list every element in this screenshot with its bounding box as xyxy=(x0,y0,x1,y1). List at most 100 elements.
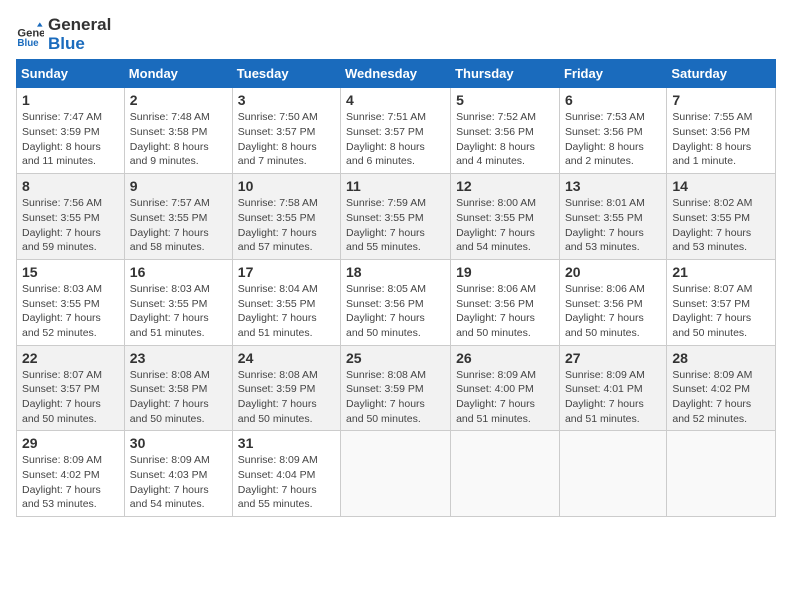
day-info: Sunrise: 8:09 AMSunset: 4:02 PMDaylight:… xyxy=(22,454,102,510)
day-info: Sunrise: 8:00 AMSunset: 3:55 PMDaylight:… xyxy=(456,197,536,253)
day-cell-4: 4 Sunrise: 7:51 AMSunset: 3:57 PMDaylight… xyxy=(341,88,451,174)
day-number: 3 xyxy=(238,92,335,108)
day-cell-27: 27 Sunrise: 8:09 AMSunset: 4:01 PMDayligh… xyxy=(559,345,666,431)
day-cell-25: 25Sunrise: 8:08 AMSunset: 3:59 PMDayligh… xyxy=(341,345,451,431)
day-info: Sunrise: 8:09 AMSunset: 4:01 PMDaylight:… xyxy=(565,369,645,425)
day-number: 7 xyxy=(672,92,770,108)
day-number: 1 xyxy=(22,92,119,108)
day-number: 31 xyxy=(238,435,335,451)
week-row-4: 22 Sunrise: 8:07 AMSunset: 3:57 PMDayligh… xyxy=(17,345,776,431)
day-info: Sunrise: 8:09 AMSunset: 4:03 PMDaylight:… xyxy=(130,454,210,510)
day-cell-31: 31 Sunrise: 8:09 AMSunset: 4:04 PMDayligh… xyxy=(232,431,340,517)
day-info: Sunrise: 7:53 AMSunset: 3:56 PMDaylight:… xyxy=(565,111,645,167)
svg-text:Blue: Blue xyxy=(17,38,39,49)
day-cell-17: 17 Sunrise: 8:04 AMSunset: 3:55 PMDayligh… xyxy=(232,259,340,345)
day-cell-16: 16Sunrise: 8:03 AMSunset: 3:55 PMDayligh… xyxy=(124,259,232,345)
day-cell-10: 10 Sunrise: 7:58 AMSunset: 3:55 PMDayligh… xyxy=(232,174,340,260)
day-number: 23 xyxy=(130,350,227,366)
header: General Blue General Blue xyxy=(16,16,776,53)
day-cell-22: 22 Sunrise: 8:07 AMSunset: 3:57 PMDayligh… xyxy=(17,345,125,431)
day-cell-9: 9Sunrise: 7:57 AMSunset: 3:55 PMDaylight… xyxy=(124,174,232,260)
day-info: Sunrise: 7:51 AMSunset: 3:57 PMDaylight:… xyxy=(346,111,426,167)
day-info: Sunrise: 7:48 AMSunset: 3:58 PMDaylight:… xyxy=(130,111,210,167)
day-cell-3: 3 Sunrise: 7:50 AMSunset: 3:57 PMDaylight… xyxy=(232,88,340,174)
day-cell-11: 11 Sunrise: 7:59 AMSunset: 3:55 PMDayligh… xyxy=(341,174,451,260)
day-cell-2: 2 Sunrise: 7:48 AMSunset: 3:58 PMDaylight… xyxy=(124,88,232,174)
day-info: Sunrise: 8:05 AMSunset: 3:56 PMDaylight:… xyxy=(346,283,426,339)
day-number: 4 xyxy=(346,92,445,108)
day-info: Sunrise: 8:08 AMSunset: 3:59 PMDaylight:… xyxy=(346,369,426,425)
day-info: Sunrise: 8:06 AMSunset: 3:56 PMDaylight:… xyxy=(456,283,536,339)
col-header-saturday: Saturday xyxy=(667,60,776,88)
day-number: 16 xyxy=(130,264,227,280)
day-number: 12 xyxy=(456,178,554,194)
day-info: Sunrise: 8:08 AMSunset: 3:59 PMDaylight:… xyxy=(238,369,318,425)
day-cell-8: 8 Sunrise: 7:56 AMSunset: 3:55 PMDaylight… xyxy=(17,174,125,260)
calendar-table: SundayMondayTuesdayWednesdayThursdayFrid… xyxy=(16,59,776,517)
day-cell-6: 6Sunrise: 7:53 AMSunset: 3:56 PMDaylight… xyxy=(559,88,666,174)
day-number: 22 xyxy=(22,350,119,366)
day-number: 11 xyxy=(346,178,445,194)
day-number: 26 xyxy=(456,350,554,366)
day-number: 8 xyxy=(22,178,119,194)
week-row-3: 15 Sunrise: 8:03 AMSunset: 3:55 PMDayligh… xyxy=(17,259,776,345)
day-info: Sunrise: 8:06 AMSunset: 3:56 PMDaylight:… xyxy=(565,283,645,339)
day-cell-5: 5Sunrise: 7:52 AMSunset: 3:56 PMDaylight… xyxy=(451,88,560,174)
day-cell-20: 20 Sunrise: 8:06 AMSunset: 3:56 PMDayligh… xyxy=(559,259,666,345)
day-cell-21: 21 Sunrise: 8:07 AMSunset: 3:57 PMDayligh… xyxy=(667,259,776,345)
day-cell-30: 30Sunrise: 8:09 AMSunset: 4:03 PMDayligh… xyxy=(124,431,232,517)
empty-cell xyxy=(451,431,560,517)
day-info: Sunrise: 7:56 AMSunset: 3:55 PMDaylight:… xyxy=(22,197,102,253)
day-info: Sunrise: 7:47 AMSunset: 3:59 PMDaylight:… xyxy=(22,111,102,167)
day-number: 5 xyxy=(456,92,554,108)
day-number: 9 xyxy=(130,178,227,194)
col-header-friday: Friday xyxy=(559,60,666,88)
day-cell-28: 28 Sunrise: 8:09 AMSunset: 4:02 PMDayligh… xyxy=(667,345,776,431)
day-info: Sunrise: 7:55 AMSunset: 3:56 PMDaylight:… xyxy=(672,111,752,167)
day-cell-26: 26Sunrise: 8:09 AMSunset: 4:00 PMDayligh… xyxy=(451,345,560,431)
day-info: Sunrise: 8:08 AMSunset: 3:58 PMDaylight:… xyxy=(130,369,210,425)
day-number: 21 xyxy=(672,264,770,280)
day-info: Sunrise: 8:07 AMSunset: 3:57 PMDaylight:… xyxy=(672,283,752,339)
day-number: 20 xyxy=(565,264,661,280)
col-header-wednesday: Wednesday xyxy=(341,60,451,88)
day-cell-14: 14Sunrise: 8:02 AMSunset: 3:55 PMDayligh… xyxy=(667,174,776,260)
logo: General Blue General Blue xyxy=(16,16,111,53)
day-info: Sunrise: 7:50 AMSunset: 3:57 PMDaylight:… xyxy=(238,111,318,167)
col-header-thursday: Thursday xyxy=(451,60,560,88)
day-cell-15: 15 Sunrise: 8:03 AMSunset: 3:55 PMDayligh… xyxy=(17,259,125,345)
day-number: 2 xyxy=(130,92,227,108)
col-header-monday: Monday xyxy=(124,60,232,88)
week-row-1: 1 Sunrise: 7:47 AMSunset: 3:59 PMDaylight… xyxy=(17,88,776,174)
day-number: 13 xyxy=(565,178,661,194)
day-info: Sunrise: 8:07 AMSunset: 3:57 PMDaylight:… xyxy=(22,369,102,425)
day-info: Sunrise: 8:03 AMSunset: 3:55 PMDaylight:… xyxy=(22,283,102,339)
day-number: 10 xyxy=(238,178,335,194)
day-info: Sunrise: 7:58 AMSunset: 3:55 PMDaylight:… xyxy=(238,197,318,253)
col-header-tuesday: Tuesday xyxy=(232,60,340,88)
day-number: 28 xyxy=(672,350,770,366)
day-number: 29 xyxy=(22,435,119,451)
day-cell-13: 13Sunrise: 8:01 AMSunset: 3:55 PMDayligh… xyxy=(559,174,666,260)
day-cell-29: 29 Sunrise: 8:09 AMSunset: 4:02 PMDayligh… xyxy=(17,431,125,517)
day-info: Sunrise: 8:09 AMSunset: 4:04 PMDaylight:… xyxy=(238,454,318,510)
day-number: 15 xyxy=(22,264,119,280)
day-number: 24 xyxy=(238,350,335,366)
empty-cell xyxy=(341,431,451,517)
day-info: Sunrise: 8:02 AMSunset: 3:55 PMDaylight:… xyxy=(672,197,752,253)
day-number: 19 xyxy=(456,264,554,280)
day-info: Sunrise: 8:04 AMSunset: 3:55 PMDaylight:… xyxy=(238,283,318,339)
day-cell-7: 7 Sunrise: 7:55 AMSunset: 3:56 PMDaylight… xyxy=(667,88,776,174)
week-row-5: 29 Sunrise: 8:09 AMSunset: 4:02 PMDayligh… xyxy=(17,431,776,517)
calendar-body: 1 Sunrise: 7:47 AMSunset: 3:59 PMDaylight… xyxy=(17,88,776,517)
day-cell-24: 24 Sunrise: 8:08 AMSunset: 3:59 PMDayligh… xyxy=(232,345,340,431)
day-cell-18: 18Sunrise: 8:05 AMSunset: 3:56 PMDayligh… xyxy=(341,259,451,345)
col-header-sunday: Sunday xyxy=(17,60,125,88)
day-info: Sunrise: 8:09 AMSunset: 4:02 PMDaylight:… xyxy=(672,369,752,425)
day-number: 17 xyxy=(238,264,335,280)
day-info: Sunrise: 7:59 AMSunset: 3:55 PMDaylight:… xyxy=(346,197,426,253)
logo-line2: Blue xyxy=(48,35,111,54)
calendar-header: SundayMondayTuesdayWednesdayThursdayFrid… xyxy=(17,60,776,88)
day-cell-19: 19 Sunrise: 8:06 AMSunset: 3:56 PMDayligh… xyxy=(451,259,560,345)
day-number: 27 xyxy=(565,350,661,366)
